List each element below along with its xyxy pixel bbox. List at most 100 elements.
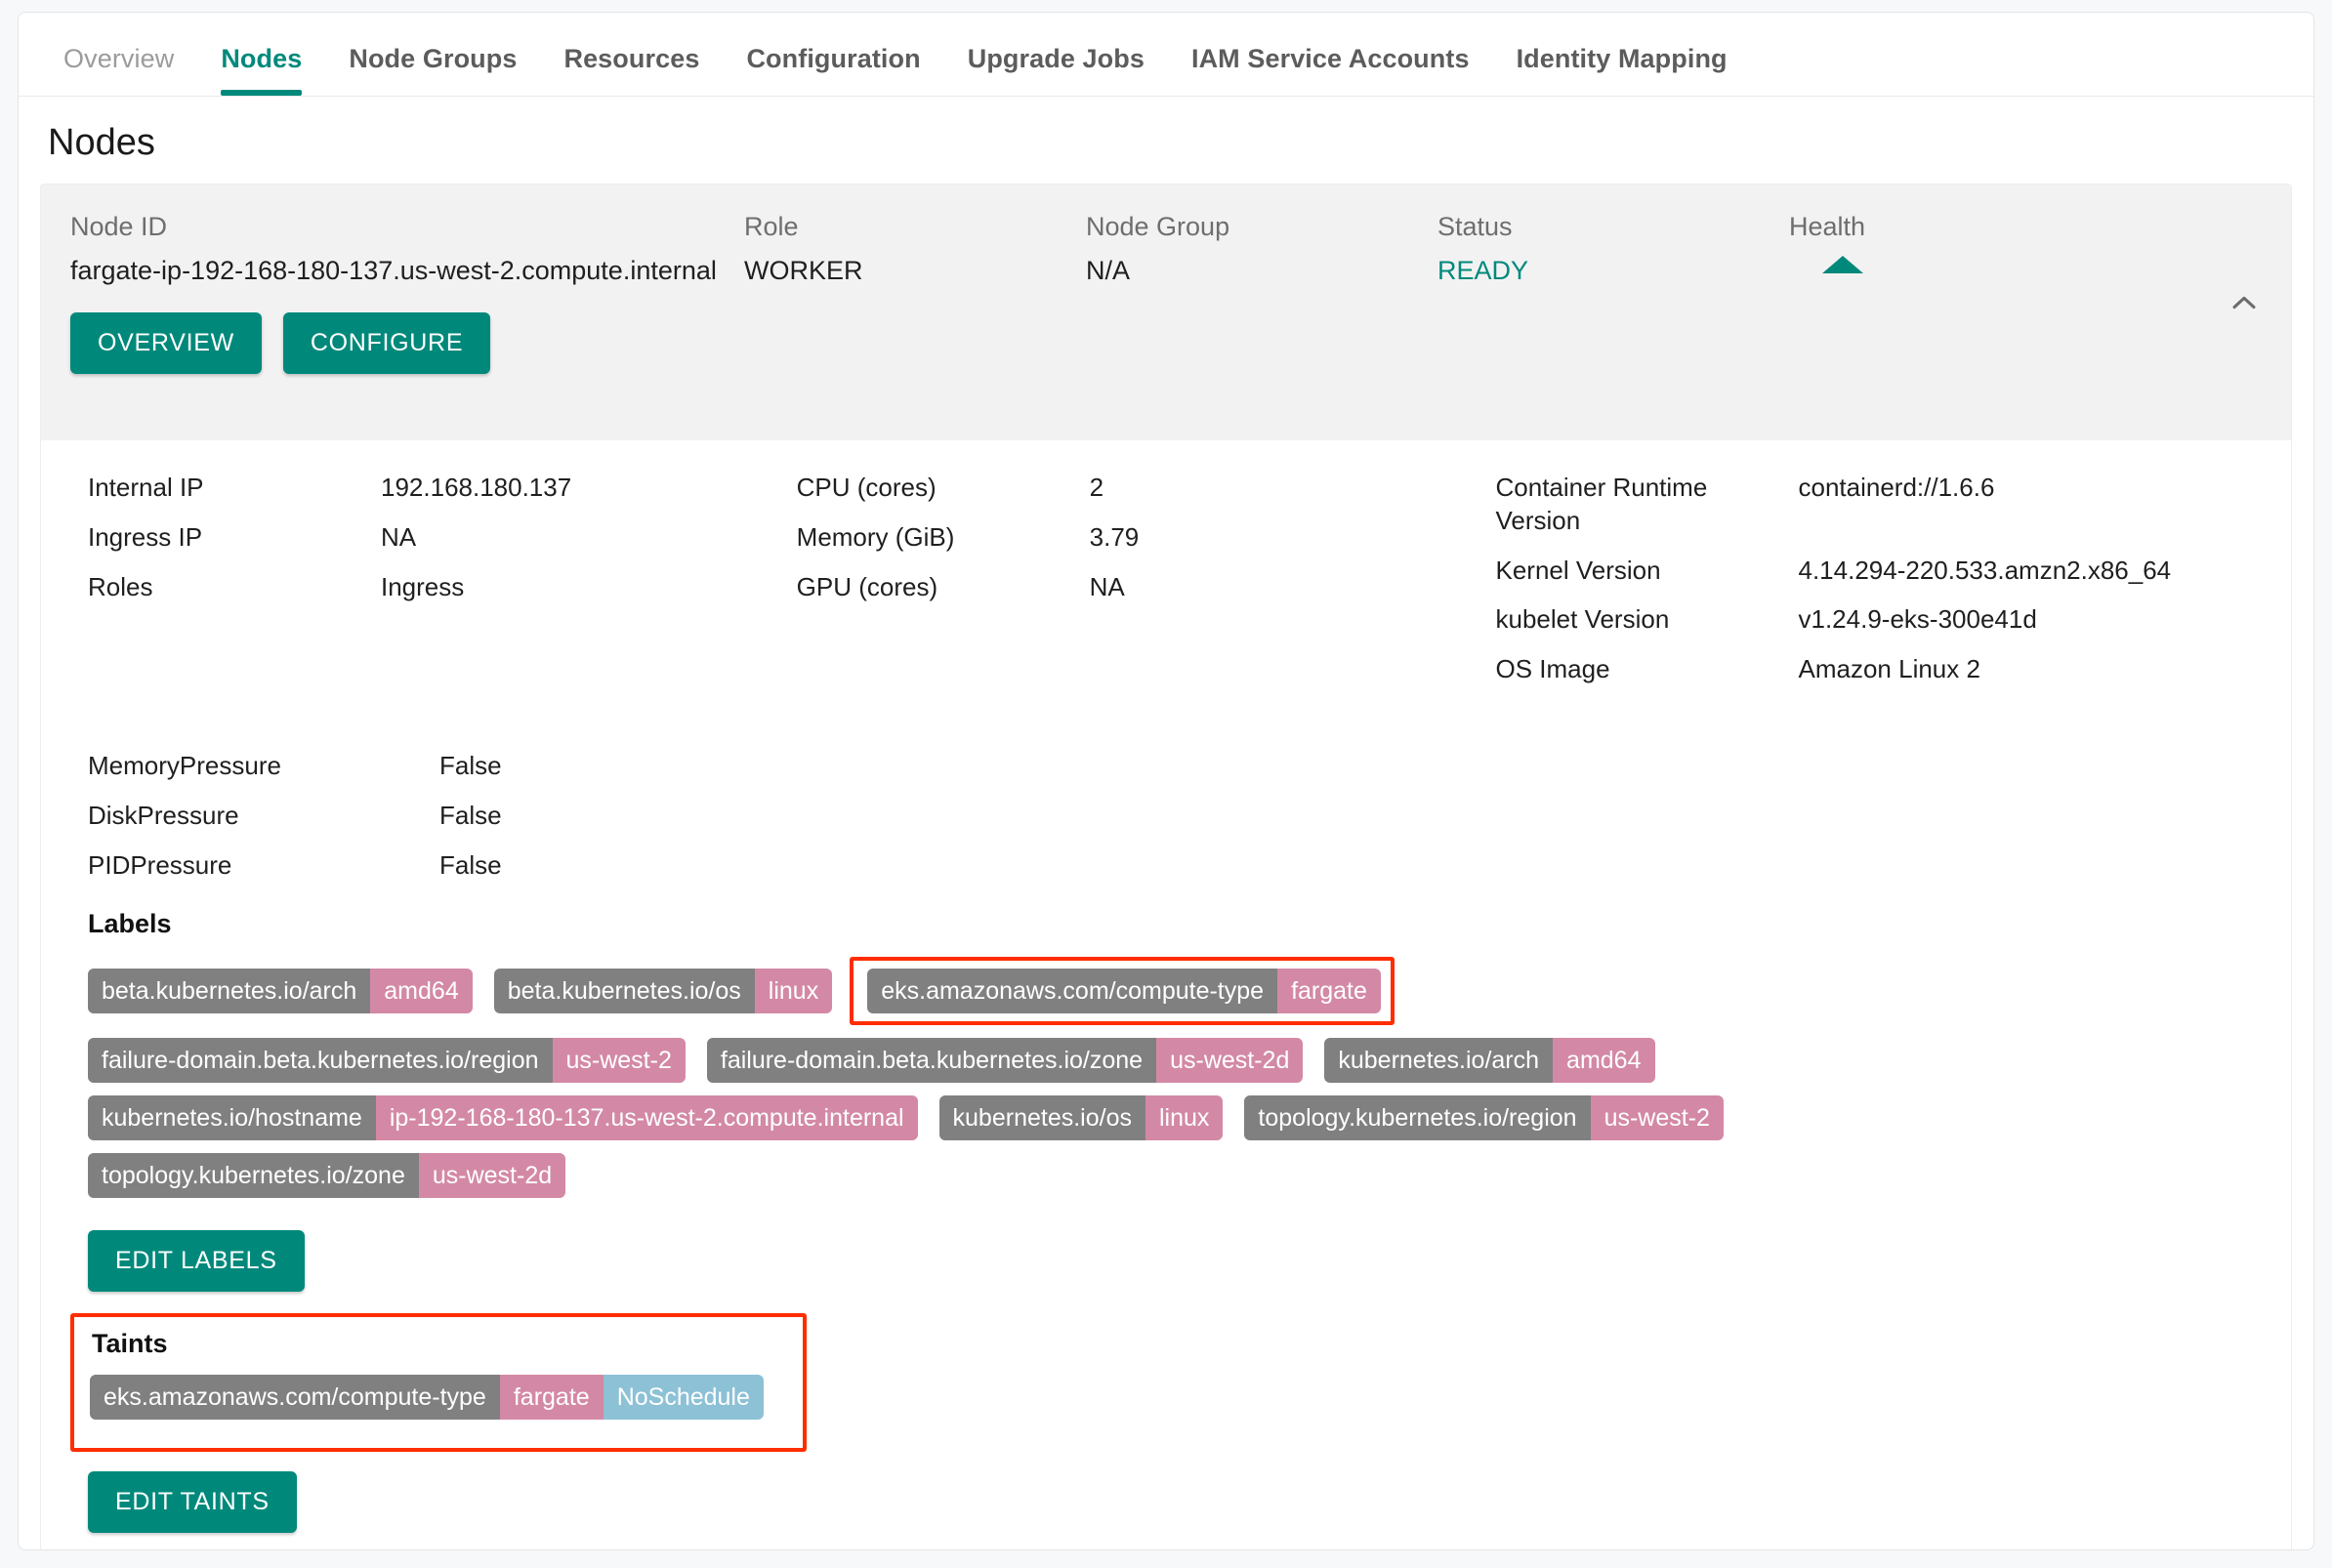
node-conditions: MemoryPressure False DiskPressure False PIDP… bbox=[88, 750, 2262, 882]
detail-value: 3.79 bbox=[1089, 521, 1140, 552]
chip-key: kubernetes.io/hostname bbox=[88, 1095, 376, 1141]
role-label: Role bbox=[744, 212, 799, 241]
status-badge: READY bbox=[1437, 256, 1529, 285]
labels-chip-list: beta.kubernetes.io/arch amd64 beta.kuberne… bbox=[88, 957, 2262, 1199]
detail-row: PIDPressure False bbox=[88, 849, 2262, 883]
tab-node-groups[interactable]: Node Groups bbox=[325, 44, 540, 96]
configure-button[interactable]: CONFIGURE bbox=[282, 312, 491, 375]
chip-value: linux bbox=[1145, 1095, 1224, 1141]
overview-button[interactable]: OVERVIEW bbox=[70, 312, 262, 375]
chip-key: failure-domain.beta.kubernetes.io/region bbox=[88, 1038, 553, 1084]
chip-value: amd64 bbox=[370, 969, 473, 1014]
tab-nodes[interactable]: Nodes bbox=[197, 44, 325, 96]
detail-row: Container Runtime Version containerd://1.… bbox=[1496, 472, 2263, 538]
detail-row: CPU (cores) 2 bbox=[797, 472, 1496, 505]
detail-key: kubelet Version bbox=[1495, 604, 1670, 635]
detail-row: MemoryPressure False bbox=[88, 750, 2262, 783]
taint-chip[interactable]: eks.amazonaws.com/compute-type fargate NoS… bbox=[90, 1375, 764, 1421]
detail-value: Amazon Linux 2 bbox=[1798, 654, 1980, 684]
chip-value: fargate bbox=[499, 1375, 604, 1421]
chip-key: kubernetes.io/arch bbox=[1324, 1038, 1554, 1084]
health-label: Health bbox=[1789, 212, 1866, 241]
chip-key: beta.kubernetes.io/arch bbox=[88, 969, 371, 1014]
chip-value: us-west-2 bbox=[552, 1038, 686, 1084]
detail-row: Memory (GiB) 3.79 bbox=[797, 521, 1496, 555]
detail-value: False bbox=[439, 849, 502, 880]
detail-key: CPU (cores) bbox=[796, 473, 937, 502]
tab-overview[interactable]: Overview bbox=[40, 44, 197, 96]
detail-value: Ingress bbox=[381, 571, 465, 601]
label-chip[interactable]: failure-domain.beta.kubernetes.io/zone us… bbox=[706, 1038, 1304, 1084]
page-title: Nodes bbox=[48, 122, 155, 163]
detail-key: Kernel Version bbox=[1495, 555, 1661, 585]
labels-row: beta.kubernetes.io/arch amd64 beta.kuberne… bbox=[88, 957, 2262, 1026]
tab-upgrade-jobs[interactable]: Upgrade Jobs bbox=[944, 44, 1168, 96]
info-column-c: Container Runtime Version containerd://1.… bbox=[1496, 472, 2263, 703]
label-chip[interactable]: kubernetes.io/hostname ip-192-168-180-137… bbox=[88, 1095, 918, 1141]
label-chip[interactable]: eks.amazonaws.com/compute-type fargate bbox=[867, 969, 1381, 1014]
label-chip[interactable]: beta.kubernetes.io/arch amd64 bbox=[88, 969, 473, 1014]
label-chip[interactable]: topology.kubernetes.io/zone us-west-2d bbox=[88, 1153, 566, 1199]
chip-key: topology.kubernetes.io/zone bbox=[88, 1153, 419, 1199]
detail-key: Memory (GiB) bbox=[796, 521, 955, 552]
detail-value: containerd://1.6.6 bbox=[1798, 473, 1995, 502]
content-card: Overview Nodes Node Groups Resources Configu… bbox=[18, 12, 2314, 1550]
info-column-a: Internal IP 192.168.180.137 Ingress IP NA Ro… bbox=[88, 472, 797, 620]
role-value: WORKER bbox=[744, 256, 863, 285]
chip-value: fargate bbox=[1277, 969, 1381, 1014]
detail-row: OS Image Amazon Linux 2 bbox=[1496, 653, 2263, 686]
detail-key: Ingress IP bbox=[88, 521, 203, 552]
node-group-label: Node Group bbox=[1086, 212, 1230, 241]
labels-row: failure-domain.beta.kubernetes.io/region… bbox=[88, 1038, 2262, 1084]
chip-value: us-west-2d bbox=[1156, 1038, 1304, 1084]
detail-key: MemoryPressure bbox=[88, 750, 281, 780]
chip-key: eks.amazonaws.com/compute-type bbox=[90, 1375, 500, 1421]
label-chip[interactable]: failure-domain.beta.kubernetes.io/region… bbox=[88, 1038, 686, 1084]
detail-value: False bbox=[439, 800, 502, 830]
health-field: Health bbox=[1789, 212, 2033, 273]
labels-section: Labels beta.kubernetes.io/arch amd64 beta.… bbox=[88, 909, 2262, 1293]
label-chip[interactable]: kubernetes.io/os linux bbox=[938, 1095, 1224, 1141]
edit-labels-button[interactable]: EDIT LABELS bbox=[88, 1230, 305, 1293]
taints-title: Taints bbox=[92, 1329, 168, 1359]
tab-iam-service-accounts[interactable]: IAM Service Accounts bbox=[1168, 44, 1493, 96]
node-id-field: Node ID fargate-ip-192-168-180-137.us-we… bbox=[70, 212, 744, 285]
tab-resources[interactable]: Resources bbox=[540, 44, 723, 96]
tab-identity-mapping[interactable]: Identity Mapping bbox=[1493, 44, 1751, 96]
detail-value: v1.24.9-eks-300e41d bbox=[1798, 604, 2037, 635]
detail-row: Ingress IP NA bbox=[88, 521, 797, 555]
tab-configuration[interactable]: Configuration bbox=[723, 44, 943, 96]
taints-chip-list: eks.amazonaws.com/compute-type fargate NoS… bbox=[90, 1375, 785, 1421]
chip-key: topology.kubernetes.io/region bbox=[1244, 1095, 1591, 1141]
chevron-up-icon[interactable] bbox=[2219, 278, 2270, 329]
node-group-field: Node Group N/A bbox=[1086, 212, 1437, 285]
taints-highlight-box: Taints eks.amazonaws.com/compute-type far… bbox=[70, 1313, 807, 1453]
app-page: Overview Nodes Node Groups Resources Configu… bbox=[0, 0, 2332, 1568]
detail-value: NA bbox=[1089, 571, 1125, 601]
detail-key: DiskPressure bbox=[88, 800, 239, 830]
edit-taints-button[interactable]: EDIT TAINTS bbox=[88, 1471, 297, 1534]
label-chip[interactable]: topology.kubernetes.io/region us-west-2 bbox=[1244, 1095, 1724, 1141]
chip-value: us-west-2d bbox=[418, 1153, 566, 1199]
detail-key: PIDPressure bbox=[88, 849, 232, 880]
node-info-grid: Internal IP 192.168.180.137 Ingress IP NA Ro… bbox=[88, 472, 2262, 703]
chip-key: failure-domain.beta.kubernetes.io/zone bbox=[706, 1038, 1157, 1084]
node-group-value: N/A bbox=[1086, 256, 1131, 285]
tab-bar: Overview Nodes Node Groups Resources Configu… bbox=[19, 13, 2313, 97]
chip-effect: NoSchedule bbox=[603, 1375, 764, 1421]
chip-value: linux bbox=[754, 969, 833, 1014]
detail-value: 192.168.180.137 bbox=[381, 473, 572, 502]
chip-value: amd64 bbox=[1553, 1038, 1655, 1084]
detail-key: Container Runtime Version bbox=[1495, 473, 1708, 535]
labels-title: Labels bbox=[88, 909, 172, 939]
detail-row: kubelet Version v1.24.9-eks-300e41d bbox=[1496, 603, 2263, 637]
detail-value: 2 bbox=[1089, 473, 1104, 502]
node-panel: Node ID fargate-ip-192-168-180-137.us-we… bbox=[40, 184, 2292, 1549]
labels-row: topology.kubernetes.io/zone us-west-2d bbox=[88, 1153, 2262, 1199]
triangle-up-icon bbox=[1822, 256, 1863, 273]
detail-row: DiskPressure False bbox=[88, 800, 2262, 833]
label-chip[interactable]: kubernetes.io/arch amd64 bbox=[1324, 1038, 1655, 1084]
label-highlight-box: eks.amazonaws.com/compute-type fargate bbox=[850, 957, 1395, 1026]
label-chip[interactable]: beta.kubernetes.io/os linux bbox=[493, 969, 833, 1014]
chip-key: beta.kubernetes.io/os bbox=[493, 969, 755, 1014]
